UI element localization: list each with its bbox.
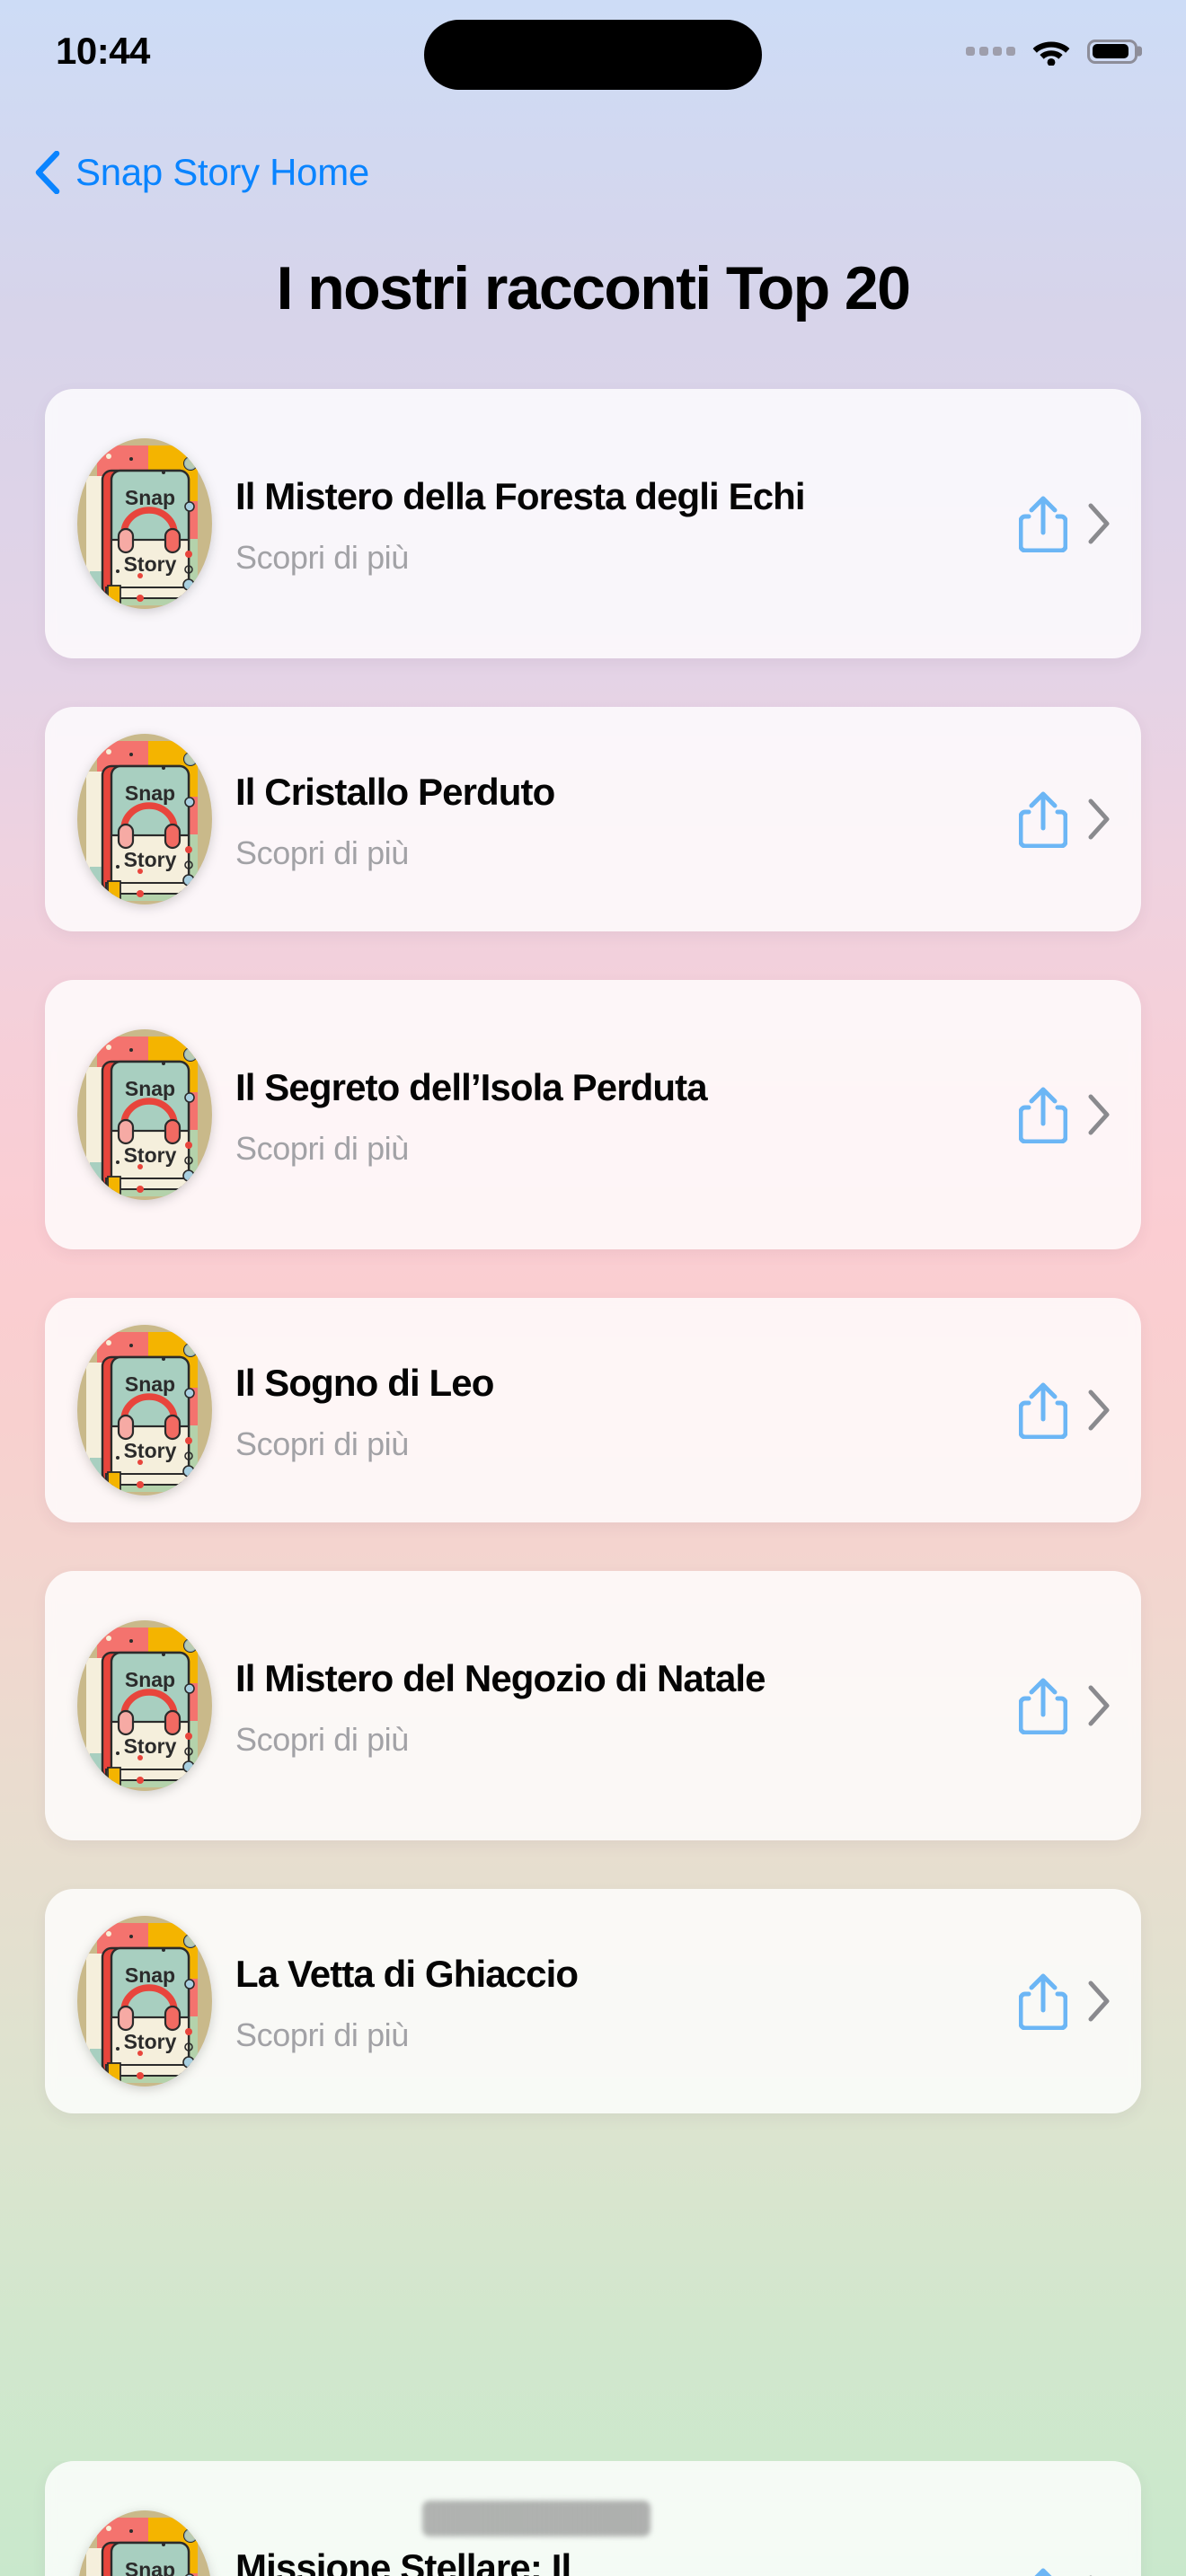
story-card[interactable]: Snap Story Il Cristallo Perduto Scopri d… [45, 707, 1141, 932]
story-text-block: Il Cristallo Perduto Scopri di più [235, 770, 1019, 869]
story-thumbnail: Snap Story [77, 1028, 212, 1202]
story-card[interactable]: Snap Story Missione Stellare: Il Scopri … [45, 2461, 1141, 2576]
status-time: 10:44 [56, 30, 150, 72]
status-bar: 10:44 [0, 0, 1186, 97]
story-card[interactable]: Snap Story Il Mistero del Negozio di Nat… [45, 1571, 1141, 1841]
story-actions [1019, 1086, 1114, 1144]
story-actions [1019, 1972, 1114, 2031]
share-icon[interactable] [1019, 1677, 1067, 1735]
svg-text:Snap: Snap [125, 486, 175, 509]
svg-text:Story: Story [124, 2030, 177, 2053]
story-text-block: Il Sogno di Leo Scopri di più [235, 1361, 1019, 1460]
thumbnail-image: Snap Story [77, 438, 212, 610]
thumbnail-image: Snap Story [77, 1916, 212, 2087]
svg-text:Snap: Snap [125, 1077, 175, 1100]
chevron-left-icon [35, 151, 60, 194]
back-button-label: Snap Story Home [75, 151, 369, 193]
thumbnail-image: Snap Story [77, 1325, 212, 1496]
share-icon[interactable] [1019, 1086, 1067, 1144]
story-title: Il Mistero del Negozio di Natale [235, 1656, 766, 1699]
svg-text:Story: Story [124, 1143, 177, 1167]
story-title: La Vetta di Ghiaccio [235, 1952, 579, 1995]
wifi-icon [1032, 41, 1070, 66]
svg-text:Story: Story [124, 848, 177, 871]
story-title: Il Sogno di Leo [235, 1361, 494, 1404]
story-title: Missione Stellare: Il [235, 2546, 571, 2576]
status-indicators [966, 31, 1137, 66]
thumbnail-image: Snap Story [79, 2510, 210, 2576]
thumbnail-image: Snap Story [77, 734, 212, 905]
story-actions [1019, 1381, 1114, 1440]
svg-text:Story: Story [124, 552, 177, 576]
chevron-right-icon [1088, 503, 1110, 544]
story-list: Snap Story Il Mistero della Foresta degl… [0, 389, 1186, 2114]
share-icon[interactable] [1019, 2567, 1067, 2576]
dynamic-island [424, 20, 762, 90]
chevron-right-icon [1088, 1094, 1110, 1135]
story-subtitle: Scopri di più [235, 1720, 409, 1758]
thumbnail-image: Snap Story [77, 1029, 212, 1201]
share-icon[interactable] [1019, 1972, 1067, 2031]
story-subtitle: Scopri di più [235, 2016, 409, 2053]
story-text-block: Il Segreto dell’Isola Perduta Scopri di … [235, 1065, 1019, 1165]
svg-text:Snap: Snap [125, 2558, 175, 2576]
story-thumbnail: Snap Story [77, 437, 212, 611]
story-title: Il Cristallo Perduto [235, 770, 555, 813]
share-icon[interactable] [1019, 495, 1067, 553]
story-actions [1019, 495, 1114, 553]
story-title: Il Mistero della Foresta degli Echi [235, 474, 806, 517]
chevron-right-icon [1088, 798, 1110, 840]
svg-text:Snap: Snap [125, 781, 175, 805]
story-text-block: Il Mistero del Negozio di Natale Scopri … [235, 1656, 1019, 1756]
signal-dots-icon [966, 47, 1015, 56]
story-thumbnail: Snap Story [77, 732, 212, 906]
svg-text:Snap: Snap [125, 1668, 175, 1691]
story-subtitle: Scopri di più [235, 1425, 409, 1462]
story-card[interactable]: Snap Story La Vetta di Ghiaccio Scopri d… [45, 1889, 1141, 2114]
battery-icon [1087, 39, 1137, 64]
story-title: Il Segreto dell’Isola Perduta [235, 1065, 708, 1108]
story-text-block: Il Mistero della Foresta degli Echi Scop… [235, 474, 1019, 574]
svg-text:Snap: Snap [125, 1372, 175, 1396]
story-text-block: La Vetta di Ghiaccio Scopri di più [235, 1952, 1019, 2051]
story-subtitle: Scopri di più [235, 1129, 409, 1167]
story-thumbnail: Snap Story [77, 1914, 212, 2088]
svg-text:Story: Story [124, 1439, 177, 1462]
share-icon[interactable] [1019, 1381, 1067, 1440]
story-thumbnail: Snap Story [77, 1323, 212, 1497]
story-card[interactable]: Snap Story Il Segreto dell’Isola Perduta… [45, 980, 1141, 1250]
page-title: I nostri racconti Top 20 [276, 254, 911, 322]
chevron-right-icon [1088, 1685, 1110, 1726]
story-card[interactable]: Snap Story Il Mistero della Foresta degl… [45, 389, 1141, 659]
thumbnail-image: Snap Story [77, 1620, 212, 1792]
svg-text:Snap: Snap [125, 1963, 175, 1987]
story-actions [1019, 790, 1114, 849]
story-thumbnail: Snap Story [77, 2509, 212, 2576]
svg-text:Story: Story [124, 1734, 177, 1758]
story-thumbnail: Snap Story [77, 1619, 212, 1793]
chevron-right-icon [1088, 1981, 1110, 2022]
story-subtitle: Scopri di più [235, 538, 409, 576]
story-actions [1019, 1677, 1114, 1735]
story-list-clipped-row: Snap Story Missione Stellare: Il Scopri … [0, 2461, 1186, 2576]
chevron-right-icon [1088, 1389, 1110, 1431]
redaction-blur [422, 2501, 651, 2536]
story-text-block: Missione Stellare: Il Scopri di più [235, 2545, 1019, 2576]
story-actions [1019, 2567, 1114, 2576]
story-subtitle: Scopri di più [235, 834, 409, 871]
back-button[interactable]: Snap Story Home [0, 97, 369, 194]
share-icon[interactable] [1019, 790, 1067, 849]
story-card[interactable]: Snap Story Il Sogno di Leo Scopri di più [45, 1298, 1141, 1523]
